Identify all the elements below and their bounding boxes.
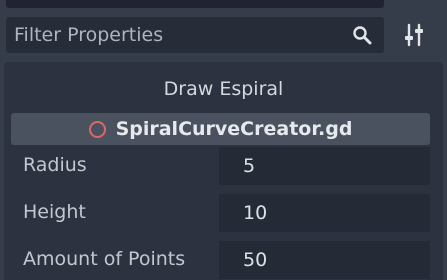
property-tools-button[interactable] [395,17,433,53]
circle-outline-icon [88,120,106,138]
property-row-radius: Radius 5 [11,145,430,185]
property-value-field[interactable]: 50 [219,241,430,279]
property-label: Height [23,201,86,223]
top-field-partial[interactable] [6,0,384,8]
property-label: Amount of Points [23,248,186,270]
property-row-height: Height 10 [11,192,430,232]
search-icon[interactable] [352,25,372,45]
top-button-partial[interactable] [394,0,434,6]
filter-properties-field[interactable] [6,17,384,53]
property-label: Radius [23,154,87,176]
property-row-amount-of-points: Amount of Points 50 [11,239,430,279]
section-title: Draw Espiral [163,78,284,100]
script-file-name: SpiralCurveCreator.gd [115,118,353,140]
script-header[interactable]: SpiralCurveCreator.gd [11,113,430,145]
property-value-field[interactable]: 5 [219,147,430,185]
inspector-panel: Draw Espiral SpiralCurveCreator.gd Radiu… [4,62,443,280]
sliders-icon [405,23,423,47]
top-strip [0,0,447,10]
property-value-field[interactable]: 10 [219,194,430,232]
filter-properties-input[interactable] [14,17,344,53]
